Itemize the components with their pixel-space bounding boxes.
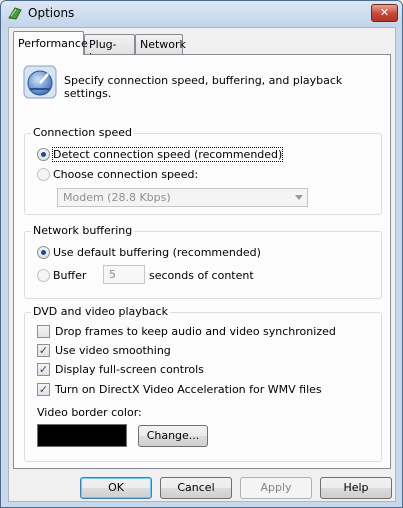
network-buffering-label: Network buffering [31,224,135,237]
fullscreen-controls-checkbox[interactable]: ✓ [37,363,50,376]
cancel-button[interactable]: Cancel [160,477,232,499]
title-bar[interactable]: Options ✕ [1,1,402,27]
detect-speed-radio[interactable] [37,148,50,161]
window-title: Options [28,6,75,20]
detect-speed-label[interactable]: Detect connection speed (recommended) [51,147,284,162]
custom-buffer-radio[interactable] [37,269,50,282]
intro-description: Specify connection speed, buffering, and… [64,74,343,100]
drop-frames-label[interactable]: Drop frames to keep audio and video sync… [55,325,336,338]
dvd-video-playback-group: DVD and video playback Drop frames to ke… [24,305,382,462]
chevron-down-icon [295,195,303,200]
choose-speed-label[interactable]: Choose connection speed: [53,168,198,181]
video-smoothing-label[interactable]: Use video smoothing [55,344,171,357]
app-icon [8,7,22,20]
tab-network[interactable]: Network [135,34,186,54]
default-buffering-label[interactable]: Use default buffering (recommended) [53,246,261,259]
connection-speed-group: Connection speed Detect connection speed… [24,126,382,215]
directx-acceleration-checkbox[interactable]: ✓ [37,383,50,396]
connection-speed-label: Connection speed [31,126,134,139]
dialog-client-area: Performance Plug-ins Network Specify con… [8,27,396,502]
options-dialog: Options ✕ Performance Plug-ins Network S… [0,0,403,508]
fullscreen-controls-label[interactable]: Display full-screen controls [55,363,204,376]
help-button[interactable]: Help [320,477,392,499]
change-color-button[interactable]: Change... [138,425,208,447]
video-smoothing-checkbox[interactable]: ✓ [37,344,50,357]
buffer-label[interactable]: Buffer [53,269,86,282]
buffer-seconds-input[interactable]: 5 [103,265,145,284]
choose-speed-radio[interactable] [37,168,50,181]
seconds-of-content-label: seconds of content [149,269,254,282]
dvd-video-playback-label: DVD and video playback [31,305,170,318]
connection-speed-select[interactable]: Modem (28.8 Kbps) [57,188,308,207]
apply-button[interactable]: Apply [240,477,312,499]
border-color-swatch [37,424,127,447]
video-border-color-label: Video border color: [37,406,142,419]
performance-panel: Specify connection speed, buffering, and… [13,54,391,469]
directx-acceleration-label[interactable]: Turn on DirectX Video Acceleration for W… [55,383,322,396]
tab-performance[interactable]: Performance [13,31,88,55]
connection-speed-value: Modem (28.8 Kbps) [63,191,171,204]
tab-plug-ins[interactable]: Plug-ins [84,34,135,64]
network-buffering-group: Network buffering Use default buffering … [24,224,382,299]
default-buffering-radio[interactable] [37,246,50,259]
speedometer-icon [23,65,57,99]
close-button[interactable]: ✕ [371,4,398,22]
ok-button[interactable]: OK [80,477,152,499]
drop-frames-checkbox[interactable] [37,325,50,338]
